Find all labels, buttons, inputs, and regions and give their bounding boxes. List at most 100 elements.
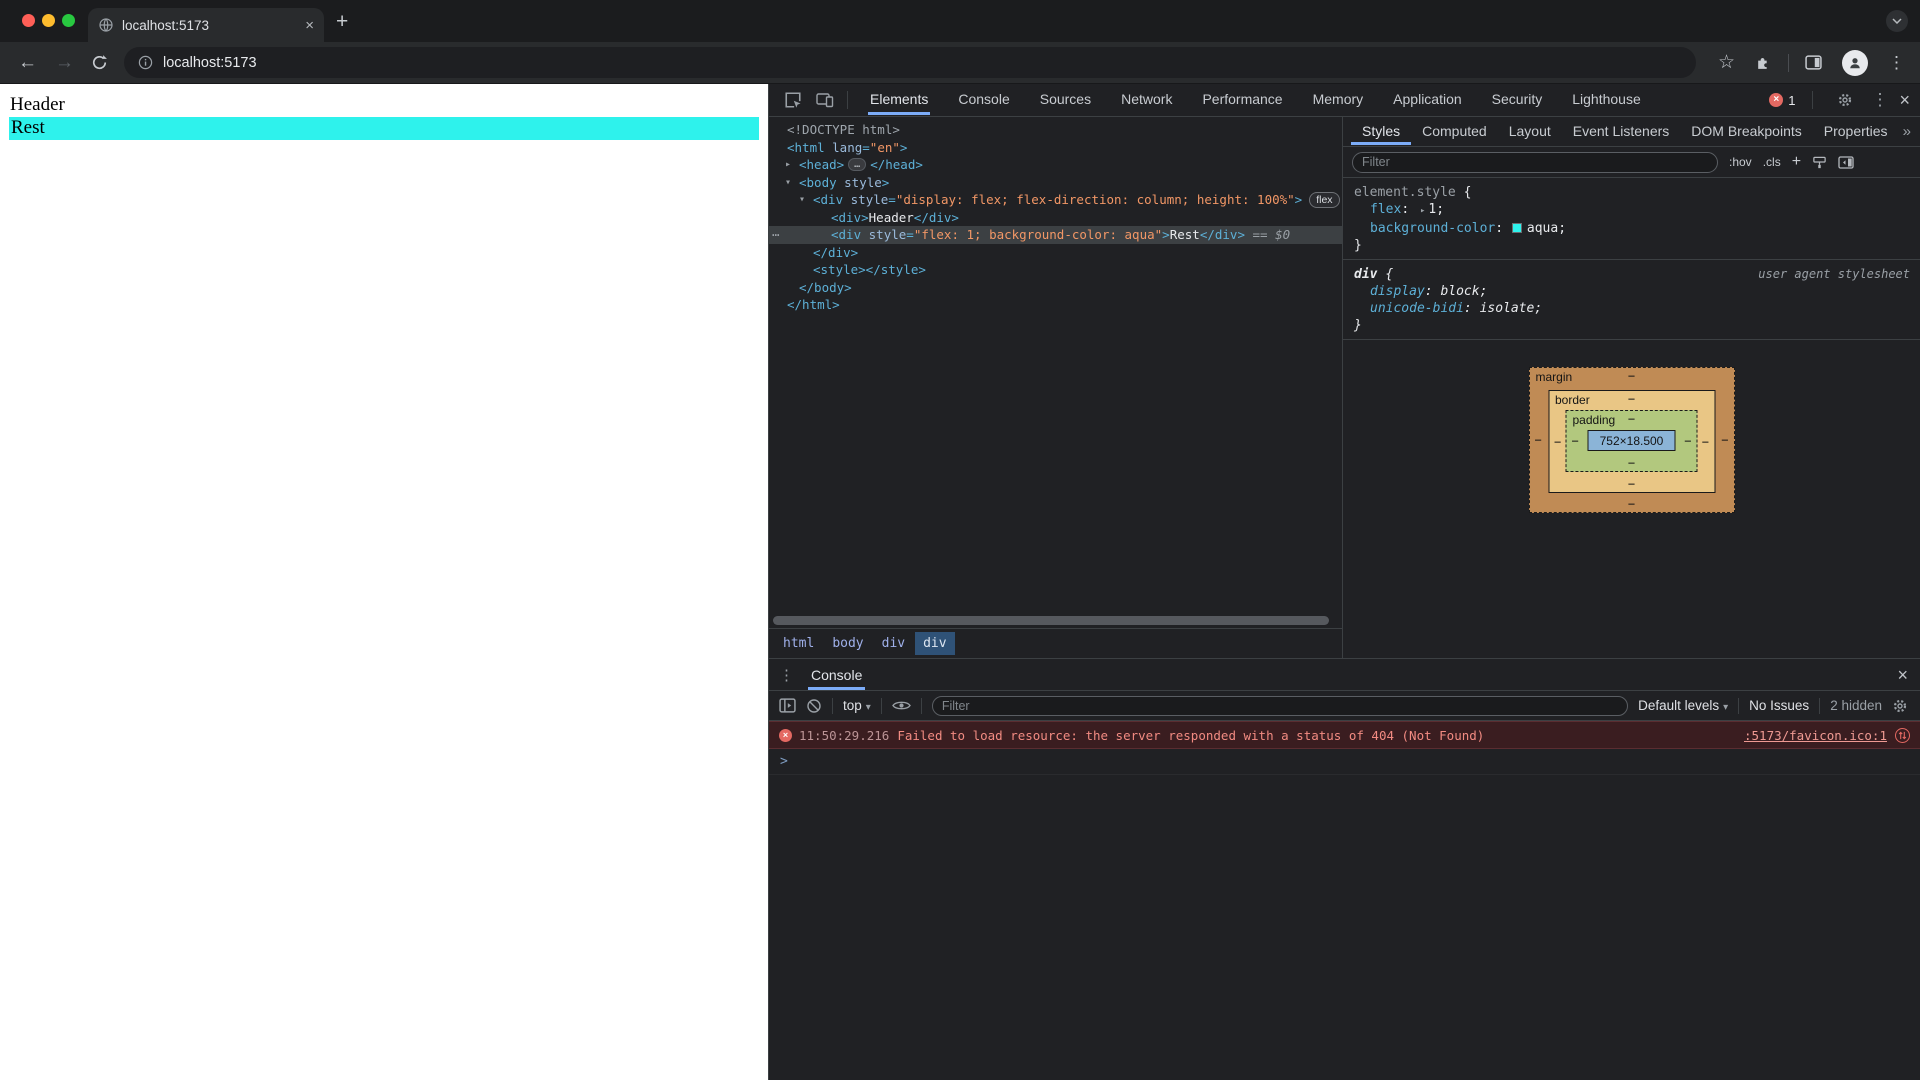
horizontal-scrollbar[interactable] xyxy=(769,614,1342,628)
styles-tab-dom-breakpoints[interactable]: DOM Breakpoints xyxy=(1680,118,1812,145)
inspect-element-icon[interactable] xyxy=(784,91,802,109)
error-source-link[interactable]: :5173/favicon.ico:1 xyxy=(1744,728,1887,743)
styles-tab-properties[interactable]: Properties xyxy=(1813,118,1899,145)
breadcrumb-div[interactable]: div xyxy=(874,632,913,655)
devtools-tab-performance[interactable]: Performance xyxy=(1200,85,1284,115)
context-selector[interactable]: top ▾ xyxy=(843,698,871,713)
browser-tab[interactable]: localhost:5173 × xyxy=(88,8,324,42)
new-tab-button[interactable]: + xyxy=(336,11,348,32)
error-badge[interactable]: × 1 xyxy=(1769,93,1795,108)
ellipsis-button[interactable]: … xyxy=(848,158,867,171)
reload-button[interactable] xyxy=(91,54,108,71)
dom-tree-row[interactable]: <!DOCTYPE html> xyxy=(769,121,1342,139)
open-in-network-icon[interactable] xyxy=(1895,727,1910,743)
devtools-tab-memory[interactable]: Memory xyxy=(1311,85,1366,115)
styles-tab-event-listeners[interactable]: Event Listeners xyxy=(1562,118,1681,145)
extensions-puzzle-icon[interactable] xyxy=(1755,54,1772,71)
box-model-margin[interactable]: margin − − − − border − − − − padding − … xyxy=(1528,367,1735,513)
bookmark-star-icon[interactable]: ☆ xyxy=(1718,53,1735,72)
border-bottom-value[interactable]: − xyxy=(1628,477,1635,491)
padding-left-value[interactable]: − xyxy=(1572,434,1579,448)
styles-tab-computed[interactable]: Computed xyxy=(1411,118,1498,145)
browser-menu-icon[interactable]: ⋮ xyxy=(1888,53,1905,73)
styles-tab-styles[interactable]: Styles xyxy=(1351,118,1412,145)
devtools-tab-network[interactable]: Network xyxy=(1119,85,1174,115)
rendering-emulation-icon[interactable] xyxy=(1812,155,1827,170)
log-levels-selector[interactable]: Default levels ▾ xyxy=(1638,698,1728,713)
dom-tree-row[interactable]: <html lang="en"> xyxy=(769,139,1342,157)
user-agent-rule[interactable]: div { user agent stylesheet display: blo… xyxy=(1343,260,1920,340)
console-settings-gear-icon[interactable] xyxy=(1892,698,1908,714)
clear-console-icon[interactable] xyxy=(806,698,822,714)
console-empty-area[interactable] xyxy=(769,775,1920,1080)
devtools-menu-icon[interactable]: ⋮ xyxy=(1871,90,1888,110)
devtools-settings-gear-icon[interactable] xyxy=(1837,92,1853,108)
devtools-close-icon[interactable]: × xyxy=(1899,91,1910,109)
devtools-tab-elements[interactable]: Elements xyxy=(868,85,931,115)
console-prompt[interactable]: > xyxy=(769,749,1920,775)
window-zoom-button[interactable] xyxy=(62,14,75,27)
styles-filter-input[interactable] xyxy=(1352,151,1718,173)
border-top-value[interactable]: − xyxy=(1628,392,1635,406)
padding-bottom-value[interactable]: − xyxy=(1628,456,1635,470)
element-style-rule[interactable]: element.style { flex: ▸ 1; background-col… xyxy=(1343,178,1920,260)
row-actions-icon[interactable]: ⋯ xyxy=(772,226,780,244)
live-expression-eye-icon[interactable] xyxy=(891,699,911,712)
margin-bottom-value[interactable]: − xyxy=(1628,497,1635,511)
style-property-line[interactable]: flex: ▸ 1; xyxy=(1354,201,1910,220)
devtools-tab-console[interactable]: Console xyxy=(956,85,1011,115)
device-toolbar-icon[interactable] xyxy=(816,92,834,108)
dom-tree-row[interactable]: <div>Header</div> xyxy=(769,209,1342,227)
console-filter-input[interactable] xyxy=(931,695,1629,716)
issues-counter[interactable]: No Issues xyxy=(1749,698,1809,713)
tab-close-icon[interactable]: × xyxy=(305,18,314,33)
more-tabs-icon[interactable]: » xyxy=(1899,123,1915,140)
computed-sidebar-icon[interactable] xyxy=(1838,155,1854,169)
forward-button[interactable]: → xyxy=(55,53,74,72)
new-style-rule-icon[interactable]: + xyxy=(1792,154,1801,170)
styles-tab-layout[interactable]: Layout xyxy=(1498,118,1562,145)
expand-down-icon[interactable]: ▾ xyxy=(785,174,791,192)
site-info-icon[interactable] xyxy=(138,55,153,70)
window-minimize-button[interactable] xyxy=(42,14,55,27)
breadcrumb-html[interactable]: html xyxy=(775,632,822,655)
box-model-padding[interactable]: padding − − − − 752×18.500 xyxy=(1565,410,1698,472)
devtools-tab-sources[interactable]: Sources xyxy=(1038,85,1093,115)
style-property-line[interactable]: background-color: aqua; xyxy=(1354,220,1910,237)
dom-tree-row[interactable]: <style></style> xyxy=(769,261,1342,279)
padding-right-value[interactable]: − xyxy=(1684,434,1691,448)
box-model-content[interactable]: 752×18.500 xyxy=(1587,430,1676,451)
console-sidebar-icon[interactable] xyxy=(779,698,796,713)
dom-tree-row[interactable]: </div> xyxy=(769,244,1342,262)
breadcrumb-div[interactable]: div xyxy=(915,632,955,655)
devtools-tab-lighthouse[interactable]: Lighthouse xyxy=(1570,85,1643,115)
url-bar[interactable]: localhost:5173 xyxy=(124,47,1696,78)
drawer-close-icon[interactable]: × xyxy=(1897,666,1908,684)
dom-tree-row[interactable]: </html> xyxy=(769,296,1342,314)
dom-tree-row[interactable]: ▾ <body style> xyxy=(769,174,1342,192)
window-close-button[interactable] xyxy=(22,14,35,27)
profile-avatar[interactable] xyxy=(1842,49,1869,76)
devtools-tab-security[interactable]: Security xyxy=(1490,85,1545,115)
border-left-value[interactable]: − xyxy=(1554,435,1561,449)
color-swatch[interactable] xyxy=(1511,223,1522,233)
expand-down-icon[interactable]: ▾ xyxy=(799,191,805,209)
scrollbar-thumb[interactable] xyxy=(773,616,1329,625)
hidden-messages-count[interactable]: 2 hidden xyxy=(1830,698,1882,713)
console-drawer-tab[interactable]: Console xyxy=(808,660,866,690)
dom-tree-row[interactable]: ⋯ <div style="flex: 1; background-color: … xyxy=(769,226,1342,244)
expand-right-icon[interactable]: ▸ xyxy=(785,156,791,174)
tab-search-button[interactable] xyxy=(1886,10,1908,32)
dom-tree-row[interactable]: ▸ <head>… </head> xyxy=(769,156,1342,174)
expand-shorthand-icon[interactable]: ▸ xyxy=(1420,206,1425,216)
devtools-tab-application[interactable]: Application xyxy=(1391,85,1464,115)
margin-right-value[interactable]: − xyxy=(1721,433,1728,447)
back-button[interactable]: ← xyxy=(18,53,37,72)
padding-top-value[interactable]: − xyxy=(1628,412,1635,426)
flex-badge[interactable]: flex xyxy=(1309,192,1340,208)
toggle-hover-state[interactable]: :hov xyxy=(1729,155,1752,169)
breadcrumb-body[interactable]: body xyxy=(824,632,871,655)
toggle-classes[interactable]: .cls xyxy=(1763,155,1781,169)
box-model-border[interactable]: border − − − − padding − − − − 752×18.50… xyxy=(1548,390,1715,493)
dom-tree-row[interactable]: </body> xyxy=(769,279,1342,297)
